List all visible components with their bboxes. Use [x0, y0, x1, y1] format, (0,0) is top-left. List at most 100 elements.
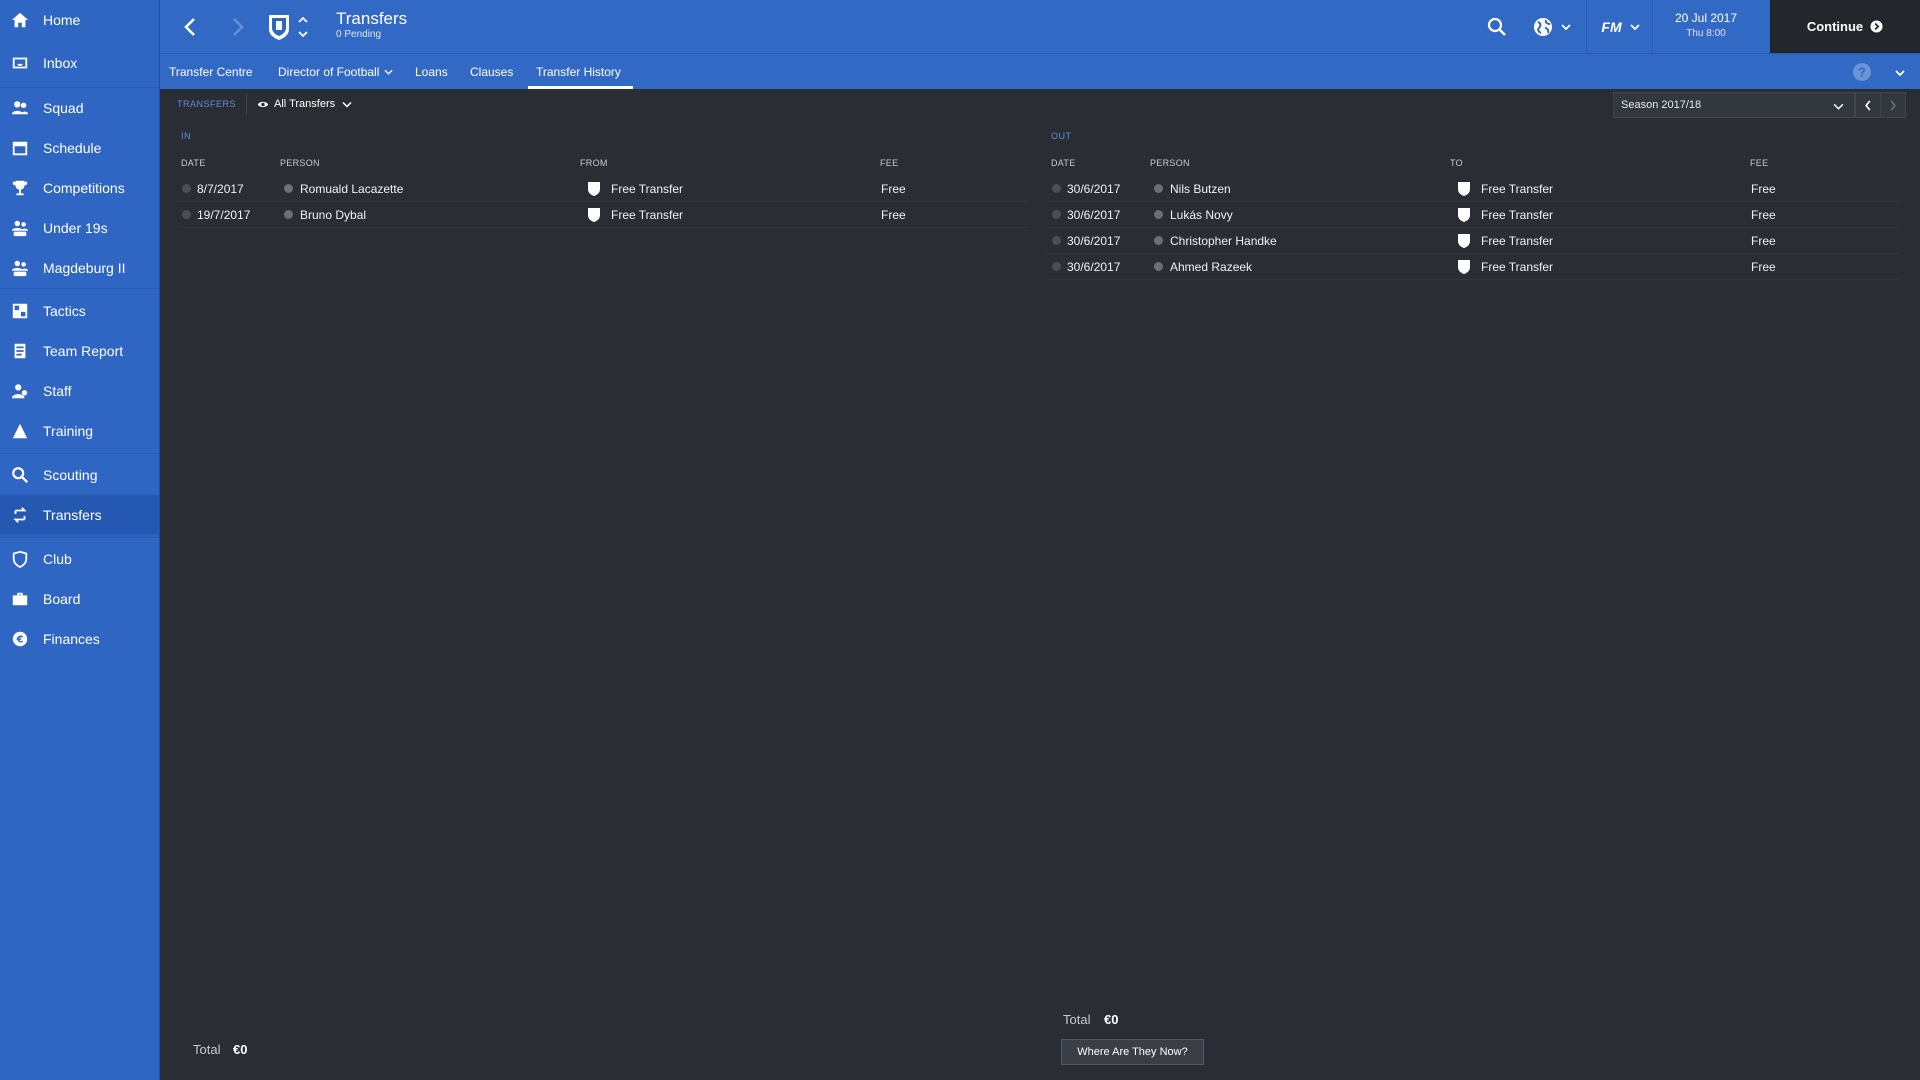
svg-text:?: ?	[1858, 65, 1866, 80]
forward-button[interactable]	[226, 14, 250, 40]
sidebar-item-competitions[interactable]: Competitions	[0, 168, 159, 208]
chevron-down-icon	[298, 31, 308, 38]
report-icon	[11, 342, 29, 360]
player-name[interactable]: Ahmed Razeek	[1170, 254, 1252, 280]
table-row[interactable]: 30/6/2017 Ahmed Razeek Free Transfer Fre…	[1047, 254, 1899, 280]
table-row[interactable]: 30/6/2017 Christopher Handke Free Transf…	[1047, 228, 1899, 254]
transfers-icon	[11, 506, 29, 524]
club-name: Free Transfer	[611, 208, 684, 222]
trophy-icon	[11, 179, 29, 197]
club-shield-icon	[588, 208, 600, 222]
sidebar-item-magdeburg-ii[interactable]: Magdeburg II	[0, 248, 159, 288]
club-name: Free Transfer	[1481, 208, 1554, 222]
table-row[interactable]: 30/6/2017 Nils Butzen Free Transfer Free	[1047, 176, 1899, 202]
info-icon	[284, 210, 293, 219]
transfer-fee: Free	[1751, 182, 1776, 196]
club-shield-icon	[1458, 234, 1470, 248]
where-are-they-now-button[interactable]: Where Are They Now?	[1061, 1039, 1204, 1065]
game-date: 20 Jul 2017 Thu 8:00	[1652, 0, 1759, 53]
help-button[interactable]: ?	[1852, 62, 1872, 82]
transfer-fee: Free	[881, 208, 906, 222]
player-name[interactable]: Christopher Handke	[1170, 228, 1277, 254]
search-button[interactable]	[1484, 14, 1510, 40]
sidebar-item-squad[interactable]: Squad	[0, 88, 159, 128]
search-icon	[11, 466, 29, 484]
table-row[interactable]: 8/7/2017 Romuald Lacazette Free Transfer…	[177, 176, 1029, 202]
sidebar-item-label: Training	[43, 423, 94, 439]
button-label: Where Are They Now?	[1077, 1046, 1188, 1058]
page-title: Transfers	[336, 9, 408, 28]
sidebar-item-under-19s[interactable]: Under 19s	[0, 208, 159, 248]
sidebar-item-team-report[interactable]: Team Report	[0, 331, 159, 371]
sidebar-item-tactics[interactable]: Tactics	[0, 291, 159, 331]
sidebar-item-staff[interactable]: Staff	[0, 371, 159, 411]
tab-transfer-history[interactable]: Transfer History	[528, 54, 633, 89]
player-name[interactable]: Lukás Novy	[1170, 202, 1233, 228]
next-season-button[interactable]	[1881, 92, 1906, 118]
sidebar-item-label: Transfers	[43, 507, 102, 523]
previous-season-button[interactable]	[1855, 92, 1881, 118]
info-icon	[284, 184, 293, 193]
chevron-left-icon	[1865, 99, 1871, 111]
info-icon	[1154, 184, 1163, 193]
chevron-left-icon	[184, 18, 195, 36]
player-name[interactable]: Nils Butzen	[1170, 176, 1231, 202]
tab-loans[interactable]: Loans	[415, 54, 448, 89]
globe-icon	[1534, 18, 1552, 36]
sidebar-item-inbox[interactable]: Inbox	[0, 43, 159, 83]
tab-director-of-football[interactable]: Director of Football	[278, 54, 393, 89]
divider	[246, 93, 247, 115]
view-filter-dropdown[interactable]: All Transfers	[257, 96, 352, 112]
status-dot	[1052, 210, 1061, 219]
sidebar-item-label: Finances	[43, 631, 100, 647]
transfer-date: 30/6/2017	[1067, 208, 1121, 222]
header: Transfers 0 Pending FM 20 Jul 2017 Thu 8…	[160, 0, 1920, 53]
continue-button[interactable]: Continue	[1770, 0, 1920, 53]
player-name[interactable]: Romuald Lacazette	[300, 176, 403, 202]
fm-menu[interactable]: FM	[1594, 12, 1648, 42]
status-dot	[182, 184, 191, 193]
tab-label: Clauses	[470, 64, 514, 79]
sidebar-item-training[interactable]: Training	[0, 411, 159, 451]
sidebar-item-finances[interactable]: € Finances	[0, 619, 159, 659]
club-badge[interactable]	[266, 12, 292, 42]
club-switcher[interactable]	[296, 10, 310, 44]
tab-label: Transfer Centre	[169, 64, 253, 79]
column-header-date: DATE	[1051, 158, 1076, 168]
tab-transfer-centre[interactable]: Transfer Centre	[169, 54, 253, 89]
back-button[interactable]	[178, 14, 202, 40]
tab-bar: Transfer Centre Director of Football Loa…	[160, 53, 1920, 89]
sidebar-item-scouting[interactable]: Scouting	[0, 455, 159, 495]
club-name: Free Transfer	[1481, 182, 1554, 196]
more-button[interactable]	[1894, 64, 1910, 80]
tactics-icon	[11, 302, 29, 320]
sidebar-item-board[interactable]: Board	[0, 579, 159, 619]
squad-icon	[11, 99, 29, 117]
club-name: Free Transfer	[611, 182, 684, 196]
tab-clauses[interactable]: Clauses	[470, 54, 513, 89]
transfer-fee: Free	[1751, 208, 1776, 222]
sidebar-item-label: Competitions	[43, 180, 125, 196]
table-row[interactable]: 30/6/2017 Lukás Novy Free Transfer Free	[1047, 202, 1899, 228]
world-menu[interactable]	[1529, 12, 1575, 42]
time-label: Thu 8:00	[1686, 28, 1726, 39]
info-icon	[1154, 236, 1163, 245]
sidebar-item-label: Scouting	[43, 467, 98, 483]
chevron-down-icon	[342, 101, 352, 108]
sidebar-item-transfers[interactable]: Transfers	[0, 495, 159, 535]
out-total-value: €0	[1104, 1012, 1119, 1027]
season-dropdown[interactable]: Season 2017/18	[1613, 92, 1855, 118]
sidebar-item-home[interactable]: Home	[0, 0, 159, 40]
club-name: Free Transfer	[1481, 234, 1554, 248]
staff-icon	[11, 382, 29, 400]
sidebar-item-club[interactable]: Club	[0, 539, 159, 579]
sidebar-item-schedule[interactable]: Schedule	[0, 128, 159, 168]
in-total-value: €0	[233, 1042, 248, 1057]
table-row[interactable]: 19/7/2017 Bruno Dybal Free Transfer Free	[177, 202, 1029, 228]
out-total-label: Total	[1063, 1012, 1091, 1027]
under-19s-icon	[11, 219, 29, 237]
transfer-date: 30/6/2017	[1067, 182, 1121, 196]
club-shield-icon	[1458, 182, 1470, 196]
player-name[interactable]: Bruno Dybal	[300, 202, 366, 228]
section-label: TRANSFERS	[177, 99, 237, 109]
